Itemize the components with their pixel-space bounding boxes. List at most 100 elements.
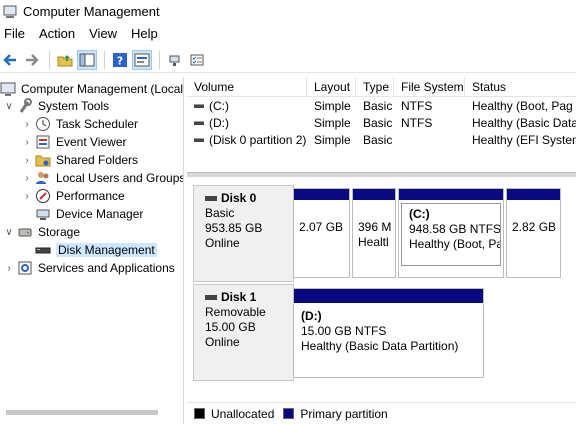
primary-partition-swatch (283, 408, 295, 419)
users-icon (35, 170, 51, 186)
chevron-right-icon[interactable]: › (22, 191, 32, 202)
volume-cell: (C:) (187, 99, 307, 113)
checklist-icon[interactable] (187, 50, 207, 70)
chevron-down-icon[interactable]: ∨ (4, 227, 14, 238)
status-cell: Healthy (EFI Systen (472, 132, 576, 147)
partition-body: 2.07 GB (294, 200, 349, 235)
partition-bar (294, 189, 349, 200)
partition-size: 15.00 GB NTFS (301, 324, 387, 338)
legend-unallocated: Unallocated (211, 406, 275, 421)
partition-oem[interactable]: 2.82 GB (506, 188, 561, 278)
partition-c[interactable]: (C:) 948.58 GB NTFS Healthy (Boot, Pa (398, 188, 504, 278)
partition-bar (399, 189, 503, 200)
tree-item-disk-management[interactable]: Disk Management (35, 241, 157, 259)
menu-help[interactable]: Help (124, 23, 165, 45)
chevron-right-icon[interactable]: › (4, 263, 14, 274)
horizontal-scrollbar[interactable] (6, 410, 158, 415)
tree-item-shared-folders[interactable]: › Shared Folders (22, 151, 138, 169)
tree-item-performance[interactable]: › Performance (22, 187, 125, 205)
status-cell: Healthy (Boot, Pag (472, 98, 573, 113)
column-header-layout[interactable]: Layout (307, 77, 356, 96)
tree-item-label: Local Users and Groups (56, 171, 184, 185)
tree-item-system-tools[interactable]: ∨ System Tools (4, 97, 109, 115)
partition-bar (353, 189, 395, 200)
menu-view[interactable]: View (82, 23, 124, 45)
disk-size: 15.00 GB (205, 320, 256, 334)
partition-size: 2.07 GB (299, 220, 344, 234)
help-icon[interactable]: ? (110, 50, 130, 70)
drive-icon (194, 138, 204, 143)
tree-item-event-viewer[interactable]: › Event Viewer (22, 133, 126, 151)
partition-title: (D:) (301, 309, 322, 323)
column-header-file-system[interactable]: File System (394, 77, 465, 96)
partition-size: 948.58 GB NTFS (409, 222, 501, 236)
tree-item-local-users[interactable]: › Local Users and Groups (22, 169, 184, 187)
column-header-status[interactable]: Status (465, 77, 576, 96)
menu-action[interactable]: Action (32, 23, 82, 45)
volume-name: (D:) (209, 115, 229, 130)
tree-item-device-manager[interactable]: Device Manager (35, 205, 143, 223)
file-system-cell: NTFS (401, 115, 433, 130)
partition-efi[interactable]: 2.07 GB (293, 188, 350, 278)
menu-file[interactable]: File (0, 23, 32, 45)
computer-management-icon (3, 5, 17, 19)
partition-d[interactable]: (D:) 15.00 GB NTFS Healthy (Basic Data P… (293, 288, 484, 378)
table-row[interactable]: (C:) Simple Basic NTFS Healthy (Boot, Pa… (187, 97, 576, 114)
chevron-right-icon[interactable]: › (22, 155, 32, 166)
up-folder-icon[interactable] (55, 50, 75, 70)
forward-arrow-icon[interactable] (22, 50, 42, 70)
navigation-tree: Computer Management (Local ∨ System Tool… (0, 77, 184, 424)
partition-status: Healthy (Basic Data Partition) (301, 339, 459, 353)
chevron-right-icon[interactable]: › (22, 137, 32, 148)
tree-item-services[interactable]: › Services and Applications (4, 259, 174, 277)
layout-cell: Simple (314, 132, 351, 147)
status-cell: Healthy (Basic Data (472, 115, 576, 130)
connect-icon[interactable] (165, 50, 185, 70)
disk-size: 953.85 GB (205, 221, 263, 235)
partition-title: (C:) (409, 207, 430, 221)
column-header-type[interactable]: Type (356, 77, 394, 96)
tree-item-label: Device Manager (56, 207, 144, 221)
table-row[interactable]: (D:) Simple Basic NTFS Healthy (Basic Da… (187, 114, 576, 131)
tree-item-computer-management[interactable]: Computer Management (Local (0, 80, 183, 98)
tree-item-label: Computer Management (Local (21, 82, 184, 96)
disk-status: Online (205, 236, 240, 250)
volume-name: (C:) (209, 98, 229, 113)
partition-recovery[interactable]: 396 M Healtl (352, 188, 396, 278)
computer-management-icon (0, 81, 16, 97)
partition-bar (507, 189, 560, 200)
layout-cell: Simple (314, 98, 351, 113)
tree-item-label: Performance (56, 189, 125, 203)
partition-status: Healthy (Boot, Pa (409, 237, 501, 251)
partition-size: 396 M (358, 220, 392, 234)
tree-item-storage[interactable]: ∨ Storage (4, 223, 80, 241)
chevron-right-icon[interactable]: › (22, 173, 32, 184)
tree-item-task-scheduler[interactable]: › Task Scheduler (22, 115, 138, 133)
drive-icon (194, 104, 204, 109)
disk-management-pane: Volume Layout Type File System Status (C… (187, 77, 576, 424)
services-icon (17, 260, 33, 276)
table-row[interactable]: (Disk 0 partition 2) Simple Basic Health… (187, 131, 576, 148)
disk-status: Online (205, 335, 240, 349)
storage-icon (17, 224, 33, 240)
layout-cell: Simple (314, 115, 351, 130)
chevron-down-icon[interactable]: ∨ (4, 101, 14, 112)
disk-icon (205, 295, 217, 301)
disk-1-header[interactable]: Disk 1 Removable 15.00 GB Online (193, 284, 294, 381)
volume-name: (Disk 0 partition 2) (209, 132, 307, 147)
window-title: Computer Management (23, 4, 160, 19)
event-viewer-icon (35, 134, 51, 150)
volume-cell: (Disk 0 partition 2) (187, 133, 307, 147)
device-manager-icon (35, 206, 51, 222)
disk-0-header[interactable]: Disk 0 Basic 953.85 GB Online (193, 185, 294, 282)
column-header-volume[interactable]: Volume (187, 77, 307, 96)
disk-type: Removable (205, 305, 266, 319)
back-arrow-icon[interactable] (0, 50, 20, 70)
show-hide-tree-icon[interactable] (77, 49, 97, 70)
tree-item-label: Storage (38, 225, 81, 239)
properties-icon[interactable] (132, 49, 152, 70)
partition-body: (C:) 948.58 GB NTFS Healthy (Boot, Pa (401, 203, 501, 266)
type-cell: Basic (363, 98, 393, 113)
chevron-right-icon[interactable]: › (22, 119, 32, 130)
type-cell: Basic (363, 132, 393, 147)
